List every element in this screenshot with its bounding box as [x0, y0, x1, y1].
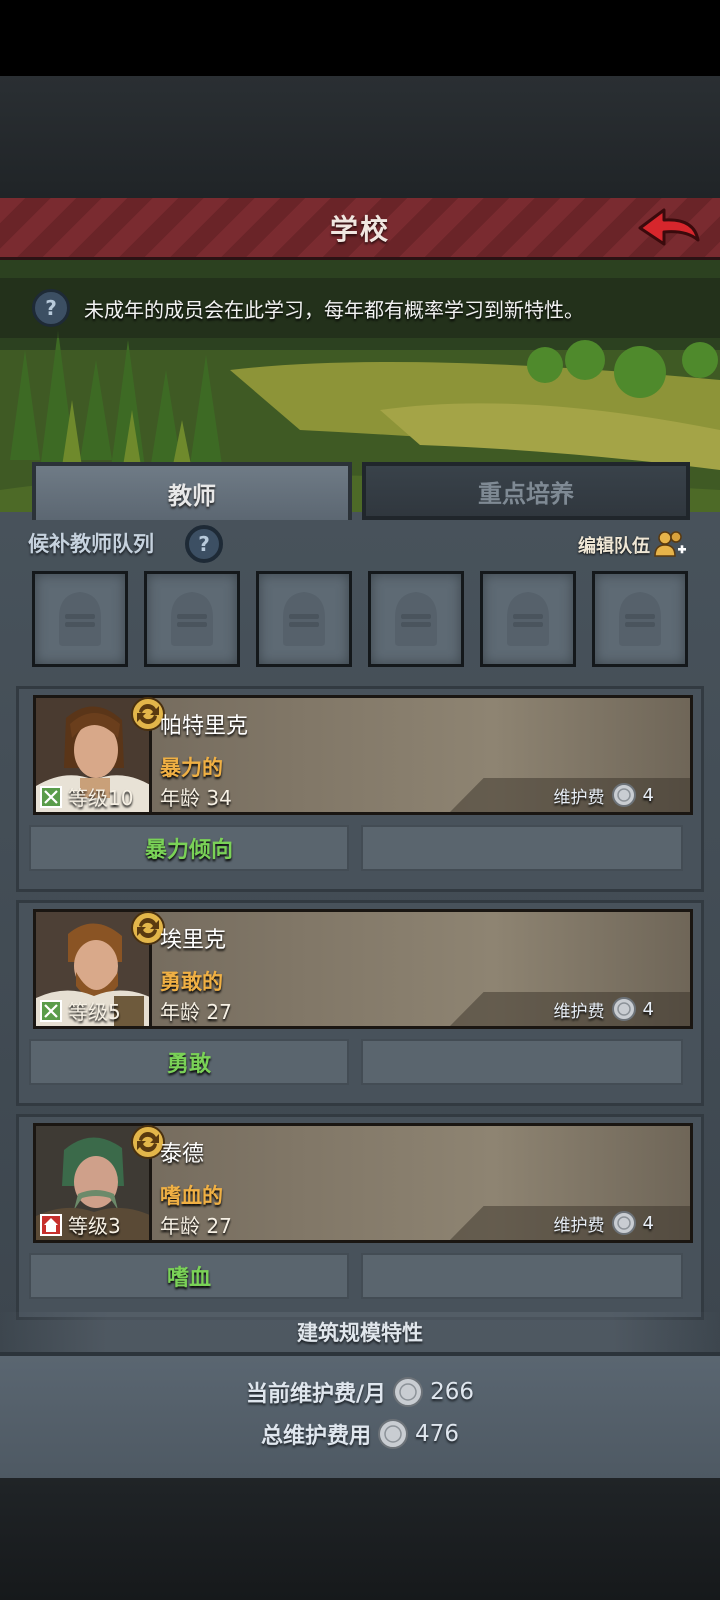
crossed-swords-icon	[40, 1000, 62, 1022]
trait-slot[interactable]: 嗜血	[29, 1253, 349, 1299]
crossed-swords-icon	[40, 786, 62, 808]
teacher-upkeep: 维护费 4	[554, 996, 654, 1022]
teacher-entry: 等级5 埃里克 勇敢的 年龄 27 维护费 4 勇敢	[16, 900, 704, 1106]
help-icon[interactable]: ?	[32, 289, 70, 327]
edit-team-button[interactable]: 编辑队伍	[578, 530, 688, 560]
teacher-name: 埃里克	[160, 928, 227, 953]
upkeep-value: 4	[642, 1212, 654, 1234]
monthly-upkeep-value: 266	[430, 1379, 474, 1405]
knight-helmet-icon	[619, 592, 661, 646]
title-bar: 学校	[0, 198, 720, 260]
top-backdrop	[0, 76, 720, 198]
teacher-upkeep: 维护费 4	[554, 782, 654, 808]
teacher-level: 等级10	[68, 786, 134, 810]
house-icon	[40, 1214, 62, 1236]
trait-name: 勇敢	[166, 1052, 211, 1077]
teacher-level: 等级3	[68, 1214, 121, 1238]
teacher-queue-label: 候补教师队列	[28, 532, 154, 556]
teacher-trait-adjective: 暴力的	[160, 756, 223, 780]
teacher-entry: 等级3 泰德 嗜血的 年龄 27 维护费 4 嗜血	[16, 1114, 704, 1320]
silver-coin-icon	[378, 1419, 409, 1449]
team-add-icon	[654, 531, 686, 557]
queue-slot[interactable]	[480, 571, 576, 667]
trait-slot-empty[interactable]	[361, 1253, 683, 1299]
info-row: ? 未成年的成员会在此学习，每年都有概率学习到新特性。	[0, 278, 720, 338]
upkeep-label: 维护费	[553, 787, 605, 808]
queue-slot[interactable]	[144, 571, 240, 667]
silver-coin-icon	[611, 997, 636, 1021]
total-upkeep-line: 总维护费用 476	[0, 1418, 720, 1450]
building-scale-traits-button[interactable]: 建筑规模特性	[0, 1312, 720, 1352]
back-arrow-icon[interactable]	[636, 206, 702, 252]
bottom-backdrop	[0, 1478, 720, 1600]
teacher-name: 泰德	[160, 1142, 205, 1167]
queue-help-icon[interactable]: ?	[184, 524, 224, 564]
trait-name: 嗜血	[166, 1266, 211, 1291]
knight-helmet-icon	[59, 592, 101, 646]
queue-slot[interactable]	[256, 571, 352, 667]
teacher-upkeep: 维护费 4	[554, 1210, 654, 1236]
upkeep-label: 维护费	[553, 1215, 605, 1236]
teacher-card[interactable]: 等级3 泰德 嗜血的 年龄 27 维护费 4	[33, 1123, 693, 1243]
queue-slot[interactable]	[592, 571, 688, 667]
upkeep-label: 维护费	[553, 1001, 605, 1022]
trait-name: 暴力倾向	[144, 838, 233, 863]
tab-focused-training[interactable]: 重点培养	[362, 462, 690, 520]
knight-helmet-icon	[507, 592, 549, 646]
knight-helmet-icon	[395, 592, 437, 646]
trait-slot[interactable]: 暴力倾向	[29, 825, 349, 871]
queue-slot[interactable]	[368, 571, 464, 667]
total-upkeep-label: 总维护费用	[261, 1424, 372, 1449]
silver-coin-icon	[393, 1377, 424, 1407]
trait-slot-empty[interactable]	[361, 1039, 683, 1085]
teacher-age: 年龄 34	[160, 786, 232, 810]
page-title: 学校	[329, 212, 390, 246]
info-text: 未成年的成员会在此学习，每年都有概率学习到新特性。	[84, 297, 584, 322]
teacher-entry: 等级10 帕特里克 暴力的 年龄 34 维护费 4 暴力倾向	[16, 686, 704, 892]
teacher-age: 年龄 27	[160, 1214, 232, 1238]
teacher-trait-adjective: 嗜血的	[160, 1184, 223, 1208]
upkeep-value: 4	[642, 784, 654, 806]
silver-coin-icon	[611, 1211, 636, 1235]
monthly-upkeep-label: 当前维护费/月	[246, 1382, 387, 1407]
silver-coin-icon	[611, 783, 636, 807]
monthly-upkeep-line: 当前维护费/月 266	[0, 1376, 720, 1408]
status-bar	[0, 0, 720, 76]
teacher-age: 年龄 27	[160, 1000, 232, 1024]
teacher-level: 等级5	[68, 1000, 121, 1024]
knight-helmet-icon	[171, 592, 213, 646]
cost-summary: 当前维护费/月 266 总维护费用 476	[0, 1352, 720, 1478]
upkeep-value: 4	[642, 998, 654, 1020]
queue-slot[interactable]	[32, 571, 128, 667]
teacher-card[interactable]: 等级10 帕特里克 暴力的 年龄 34 维护费 4	[33, 695, 693, 815]
teacher-trait-adjective: 勇敢的	[160, 970, 223, 994]
trait-slot[interactable]: 勇敢	[29, 1039, 349, 1085]
knight-helmet-icon	[283, 592, 325, 646]
svg-text:?: ?	[198, 532, 210, 556]
trait-slot-empty[interactable]	[361, 825, 683, 871]
tab-teachers[interactable]: 教师	[32, 462, 352, 520]
edit-team-label: 编辑队伍	[578, 536, 650, 557]
teacher-card[interactable]: 等级5 埃里克 勇敢的 年龄 27 维护费 4	[33, 909, 693, 1029]
total-upkeep-value: 476	[415, 1421, 459, 1447]
teacher-name: 帕特里克	[160, 714, 249, 739]
